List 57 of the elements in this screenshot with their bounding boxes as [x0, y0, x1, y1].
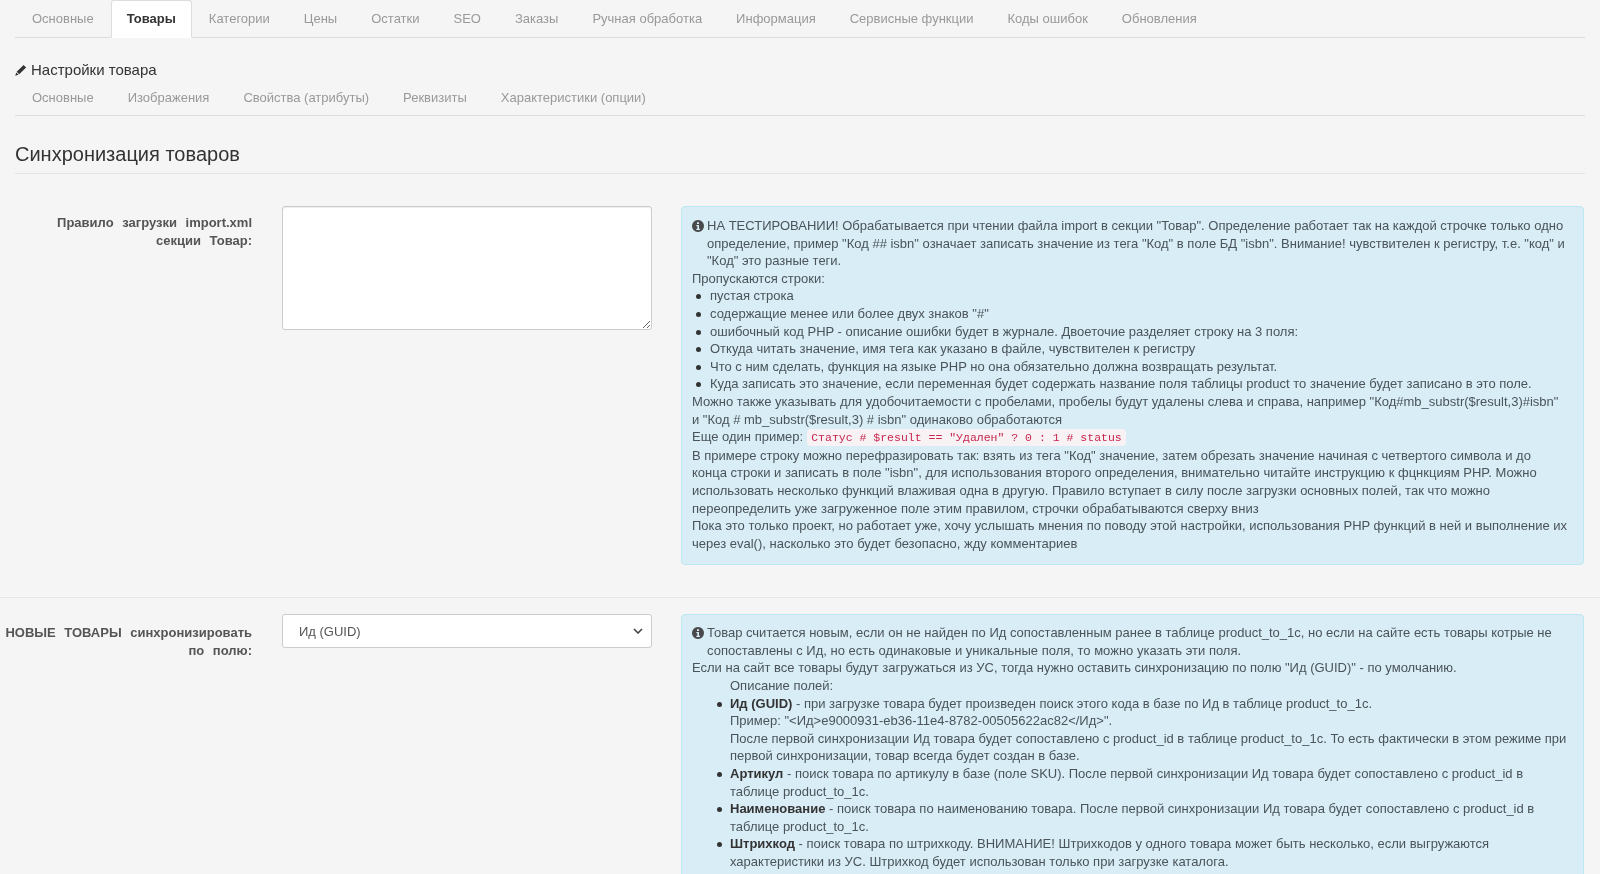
bullet-icon	[717, 701, 722, 707]
tab[interactable]: Сервисные функции	[832, 0, 991, 38]
info-icon	[692, 220, 704, 232]
tab[interactable]: Основные	[15, 80, 111, 115]
help-text: Можно также указывать для удобочитаемости с пробелами, пробелы будут удалены слева и справа, например "Код#mb_substr($result,3)#isbn" и "Код # mb_substr($result,3) # isbn" одинаково обработаются	[692, 392, 1560, 429]
pencil-icon	[15, 64, 27, 76]
tab[interactable]: Заказы	[497, 0, 576, 38]
list-item: ошибочный код PHP - описание ошибки будет в журнале. Двоеточие разделяет строку на 3 поля:	[710, 322, 1300, 341]
section-title: Синхронизация товаров	[15, 140, 1585, 174]
tab[interactable]: Остатки	[354, 0, 437, 38]
tab[interactable]: Реквизиты	[386, 80, 484, 115]
bullet-icon	[696, 294, 701, 300]
list-item: Наименование - поиск товара по наименованию товара. После первой синхронизации Ид товара будет сопоставлено с product_id в таблице product_to_1c.	[730, 800, 1536, 836]
help-text: Пропускаются строки:	[692, 269, 826, 288]
tab[interactable]: Коды ошибок	[990, 0, 1105, 38]
help-text: Еще один пример:	[692, 429, 804, 445]
tab[interactable]: Характеристики (опции)	[483, 80, 663, 115]
bullet-icon	[717, 772, 722, 778]
bullet-icon	[696, 329, 701, 335]
bullet-icon	[696, 364, 701, 370]
help-text: Товар считается новым, если он не найден по Ид сопоставленным ранее в таблице product_to_1c, но если на сайте есть товары котрые не сопоставлены с Ид, но есть одинаковые и уникальные поля, то можно указать эти поля.	[707, 624, 1553, 660]
info-icon	[692, 627, 704, 640]
settings-heading: Настройки товара	[31, 60, 157, 80]
list-item: Ид (GUID) - при загрузке товара будет произведен поиск этого кода в базе по Ид в таблице product_to_1c. Пример: "<Ид>e9000931-eb36-11e4-8782-00505622ac82</Ид>". После первой синхронизации Ид товара будет сопоставлено с product_id в таблице product_to_1c. То есть фактически в этом режиме при первой синхронизации, товар всегда будет создан в базе.	[730, 694, 1568, 766]
bullet-icon	[717, 842, 722, 848]
tab[interactable]: Информация	[719, 0, 833, 38]
field-label: Правило загрузки import.xml секции Товар:	[56, 214, 252, 250]
help-text: Описание полей:	[730, 677, 835, 695]
caret-icon	[633, 628, 643, 635]
list-item: Артикул - поиск товара по артикулу в базе (поле SKU). После первой синхронизации Ид товара будет сопоставлено с product_id в таблице product_to_1c.	[730, 765, 1525, 801]
list-item: пустая строка	[710, 287, 795, 305]
tab[interactable]: SEO	[436, 0, 498, 38]
tab[interactable]: Изображения	[110, 80, 227, 115]
bullet-icon	[717, 807, 722, 813]
tab[interactable]: Обновления	[1104, 0, 1214, 38]
bullet-icon	[696, 382, 701, 388]
help-text: Если на сайт все товары будут загружаться из УС, тогда нужно оставить синхронизацию по полю "Ид (GUID)" - по умолчанию.	[692, 659, 1458, 678]
bullet-icon	[696, 347, 701, 353]
bullet-icon	[696, 311, 701, 317]
field-label: НОВЫЕ ТОВАРЫ синхронизировать по полю:	[5, 624, 252, 661]
help-text: НА ТЕСТИРОВАНИИ! Обрабатывается при чтении файла import в секции "Товар". Определение работает так на каждой строчке только одно определение, пример "Код ## isbn" означает записать значение из тега "Код" в поле БД "isbn". Внимание! чувствителен к регистру, т.е. "код" и "Код" это разные теги.	[707, 217, 1566, 270]
help-text: В примере строку можно перефразировать так: взять из тега "Код" значение, затем обрезать значение начиная с четвертого символа и до конца строки и записать в поле "isbn", для использования второго определения, внимательно читайте инструкцию к фцнкциям PHP. Можно использовать несколько функций влаживая одна в другую. Правило вступает в силу после загрузки основных полей, так что можно переопределить уже загруженное поле этим правилом, строчки обрабатываются сверху вниз	[692, 446, 1538, 518]
help-text: Пока это только проект, но работает уже, хочу услышать мнения по поводу этой настройки, использования PHP функций в ней и выполнение их через eval(), насколько это будет безопасно, жду комментариев	[692, 517, 1568, 553]
select-field[interactable]: Ид (GUID)	[282, 614, 652, 649]
tab[interactable]: Цены	[286, 0, 355, 38]
tab[interactable]: Ручная обработка	[575, 0, 720, 38]
list-item: Откуда читать значение, имя тега как указано в файле, чувствителен к регистру	[710, 340, 1197, 358]
list-item: Куда записать это значение, если переменная будет содержать название поля таблицы product то значение будет записано в это поле.	[710, 375, 1533, 393]
list-item: содержащие менее или более двух знаков "#"	[710, 304, 990, 323]
code-snippet: Статус # $result == "Удален" ? 0 : 1 # status	[807, 429, 1126, 447]
tab[interactable]: Основные	[15, 0, 111, 38]
textarea-field[interactable]	[282, 206, 652, 330]
tab[interactable]: Товары	[110, 0, 192, 38]
list-item: Что с ним сделать, функция на языке PHP но она обязательно должна возвращать результат.	[710, 357, 1279, 376]
tab[interactable]: Категории	[191, 0, 287, 38]
tab[interactable]: Свойства (атрибуты)	[226, 80, 387, 115]
list-item: Штрихкод - поиск товара по штрихкоду. ВНИМАНИЕ! Штрихкодов у одного товара может быть несколько, если выгружаются характеристики из УС. Штрихкод будет использован только при загрузке каталога.	[730, 835, 1491, 871]
